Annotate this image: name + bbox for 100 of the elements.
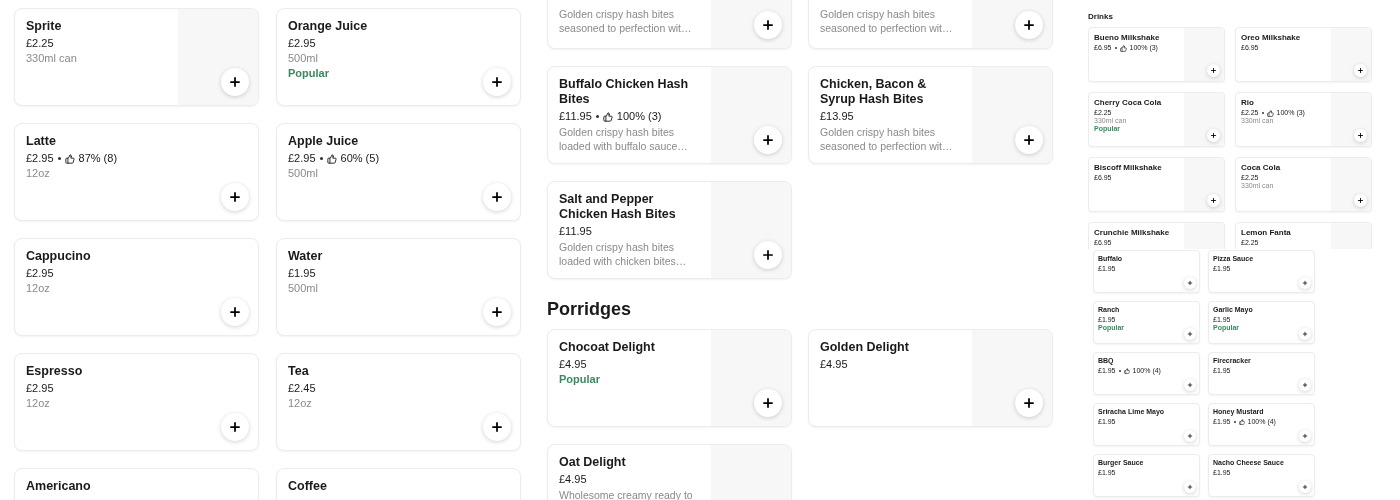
- item-size: 330ml can: [26, 51, 78, 66]
- item-price: £4.95: [559, 472, 587, 487]
- menu-item-card[interactable]: Latte £2.95 87% (8) 12oz: [14, 123, 259, 221]
- item-description: Golden crispy hash bites loaded with buffalo sauce…: [559, 125, 689, 153]
- add-button[interactable]: [483, 298, 511, 326]
- item-name: Rio: [1241, 98, 1255, 107]
- popular-label: Popular: [559, 372, 601, 387]
- thumbs-up-icon: [1266, 109, 1274, 117]
- menu-item-card[interactable]: Golden Delight £4.95: [808, 329, 1053, 427]
- plus-icon: [490, 75, 504, 89]
- item-price: £13.95: [820, 109, 854, 124]
- menu-item-card[interactable]: Coffee: [276, 468, 521, 500]
- item-description: Golden crispy hash bites seasoned to perfection wit…: [820, 125, 954, 153]
- plus-icon: [761, 248, 775, 262]
- item-name: Orange Juice: [288, 19, 369, 34]
- menu-item-card[interactable]: Sprite £2.25 330ml can: [14, 8, 259, 106]
- thumbs-up-icon: [1119, 44, 1127, 52]
- menu-item-card[interactable]: Water £1.95 500ml: [276, 238, 521, 336]
- item-size: 500ml: [288, 51, 319, 66]
- separator-dot: [57, 157, 61, 160]
- item-name: Oat Delight: [559, 455, 627, 470]
- item-name: Sprite: [26, 19, 63, 34]
- add-button[interactable]: [221, 298, 249, 326]
- item-name: Salt and Pepper Chicken Hash Bites: [559, 192, 677, 222]
- menu-item-card[interactable]: Cappucino £2.95 12oz: [14, 238, 259, 336]
- thumbs-up-icon: [1238, 419, 1245, 425]
- item-description: Golden crispy hash bites seasoned to perfection wit…: [559, 7, 693, 35]
- add-button[interactable]: [483, 413, 511, 441]
- item-name: Golden Delight: [820, 340, 910, 355]
- plus-icon: [1022, 396, 1036, 410]
- menu-item-card[interactable]: Golden crispy hash bites seasoned to perfection wit…: [547, 0, 792, 49]
- item-price: £11.95: [559, 224, 592, 239]
- add-button[interactable]: [221, 413, 249, 441]
- item-price: £2.95: [288, 36, 316, 51]
- plus-icon: [1187, 382, 1193, 388]
- item-size: 12oz: [26, 281, 51, 296]
- plus-icon: [1302, 280, 1308, 286]
- item-name: Latte: [26, 134, 57, 149]
- item-price: £1.95: [288, 266, 316, 281]
- plus-icon: [1187, 484, 1193, 490]
- separator-dot: [595, 115, 599, 118]
- item-name: Coca Cola: [1241, 163, 1282, 172]
- item-price: £2.95: [26, 151, 54, 166]
- item-size: 500ml: [288, 166, 319, 181]
- item-name: Biscoff Milkshake: [1094, 163, 1163, 172]
- plus-icon: [1357, 67, 1364, 74]
- menu-item-card[interactable]: Salt and Pepper Chicken Hash Bites £11.95 Golden crispy hash bites loaded with chicken bites…: [547, 181, 792, 279]
- menu-item-card[interactable]: Espresso £2.95 12oz: [14, 353, 259, 451]
- item-name: Oreo Milkshake: [1241, 33, 1302, 42]
- plus-icon: [228, 420, 242, 434]
- plus-icon: [761, 396, 775, 410]
- item-name: Lemon Fanta: [1241, 228, 1292, 237]
- menu-item-card[interactable]: Tea £2.45 12oz: [276, 353, 521, 451]
- plus-icon: [1210, 197, 1217, 204]
- item-name: Tea: [288, 364, 310, 379]
- plus-icon: [1357, 197, 1364, 204]
- plus-icon: [228, 305, 242, 319]
- plus-icon: [1022, 18, 1036, 32]
- item-price: £4.95: [820, 357, 848, 372]
- menu-item-card[interactable]: Apple Juice £2.95 60% (5) 500ml: [276, 123, 521, 221]
- menu-item-card[interactable]: Buffalo Chicken Hash Bites £11.95 100% (3) Golden crispy hash bites loaded with buffalo sauce…: [547, 66, 792, 164]
- plus-icon: [1187, 433, 1193, 439]
- item-rating: 60% (5): [340, 151, 380, 166]
- item-name: Water: [288, 249, 324, 264]
- item-name: Cherry Coca Cola: [1094, 98, 1163, 107]
- add-button[interactable]: [483, 183, 511, 211]
- plus-icon: [228, 190, 242, 204]
- plus-icon: [1302, 331, 1308, 337]
- menu-item-card[interactable]: Chocoat Delight £4.95 Popular: [547, 329, 792, 427]
- item-name: Crunchie Milkshake: [1094, 228, 1171, 237]
- section-heading: Drinks: [1088, 12, 1114, 22]
- plus-icon: [1187, 331, 1193, 337]
- item-size: 12oz: [26, 166, 51, 181]
- item-price: £4.95: [559, 357, 587, 372]
- thumbs-up-icon: [326, 153, 337, 164]
- item-name: Americano: [26, 479, 92, 494]
- menu-item-card[interactable]: Americano: [14, 468, 259, 500]
- item-price: £2.95: [26, 381, 54, 396]
- plus-icon: [228, 75, 242, 89]
- menu-item-card[interactable]: Orange Juice £2.95 500ml Popular: [276, 8, 521, 106]
- plus-icon: [761, 18, 775, 32]
- plus-icon: [490, 305, 504, 319]
- menu-item-card[interactable]: Chicken, Bacon & Syrup Hash Bites £13.95 Golden crispy hash bites seasoned to perfection wit…: [808, 66, 1053, 164]
- item-price: £2.25: [26, 36, 54, 51]
- popular-label: Popular: [288, 66, 330, 81]
- plus-icon: [490, 190, 504, 204]
- item-name: Coffee: [288, 479, 328, 494]
- add-button[interactable]: [483, 68, 511, 96]
- plus-icon: [1302, 382, 1308, 388]
- plus-icon: [1302, 433, 1308, 439]
- separator-dot: [319, 157, 323, 160]
- plus-icon: [1187, 280, 1193, 286]
- item-description: Golden crispy hash bites seasoned to perfection wit…: [820, 7, 954, 35]
- section-heading: Porridges: [547, 298, 633, 321]
- menu-item-card[interactable]: Golden crispy hash bites seasoned to perfection wit…: [808, 0, 1053, 49]
- add-button[interactable]: [221, 183, 249, 211]
- item-name: Bueno Milkshake: [1094, 33, 1161, 42]
- item-description: Golden crispy hash bites loaded with chicken bites…: [559, 240, 688, 268]
- item-name: Chicken, Bacon & Syrup Hash Bites: [820, 77, 928, 107]
- thumbs-up-icon: [602, 111, 613, 122]
